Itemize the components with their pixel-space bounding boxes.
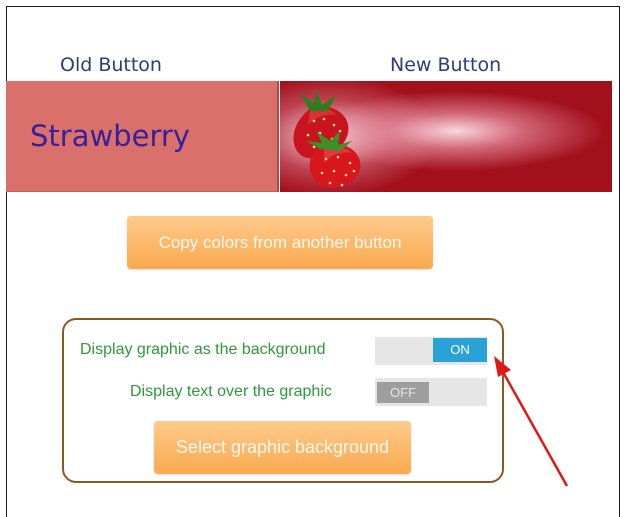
strawberry-icon bbox=[293, 89, 361, 188]
display-graphic-background-label: Display graphic as the background bbox=[80, 341, 326, 358]
copy-colors-button[interactable]: Copy colors from another button bbox=[127, 216, 433, 269]
display-text-over-graphic-toggle[interactable]: OFF bbox=[375, 378, 487, 406]
display-text-over-graphic-label: Display text over the graphic bbox=[130, 383, 332, 400]
select-graphic-background-button[interactable]: Select graphic background bbox=[154, 421, 411, 474]
toggle-off-knob: OFF bbox=[377, 382, 429, 403]
toggle-on-knob: ON bbox=[433, 338, 487, 362]
old-button-label: Strawberry bbox=[30, 119, 190, 153]
old-button-preview[interactable]: Strawberry bbox=[6, 81, 279, 192]
old-button-header: Old Button bbox=[60, 54, 162, 76]
display-graphic-background-toggle[interactable]: ON bbox=[375, 337, 487, 365]
new-button-header: New Button bbox=[390, 54, 502, 76]
new-button-preview[interactable] bbox=[280, 81, 612, 192]
